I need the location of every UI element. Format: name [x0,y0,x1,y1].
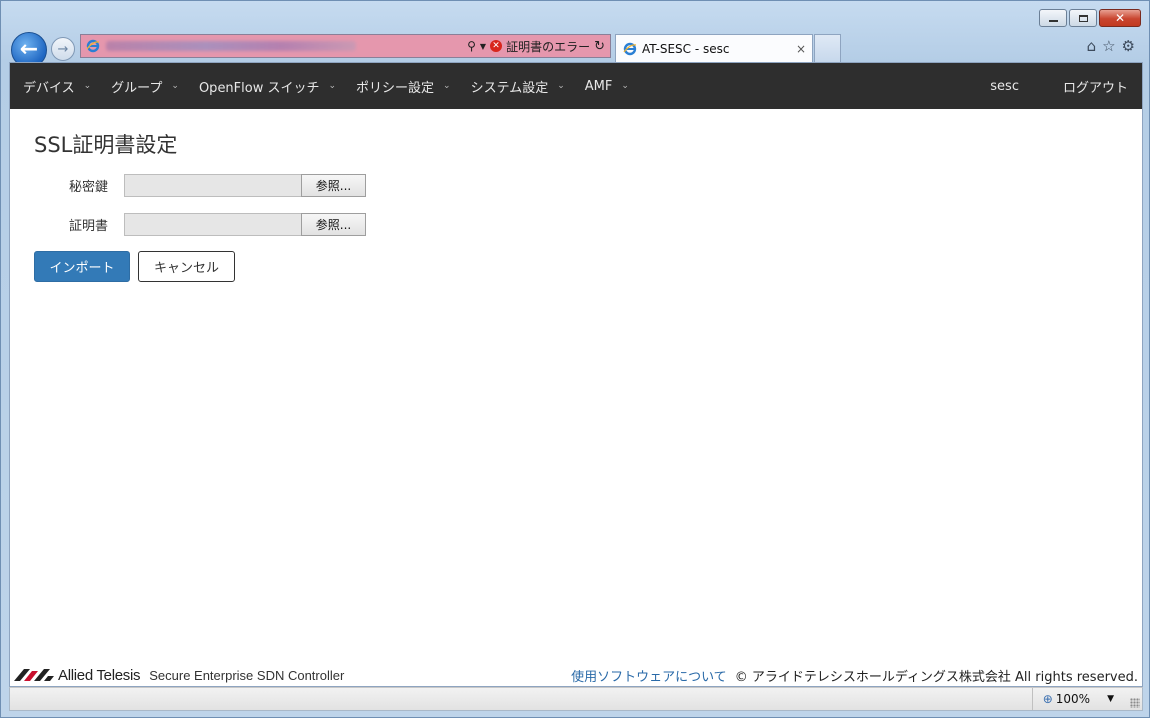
zoom-control[interactable]: ⊕ 100% ▼ [1033,692,1130,706]
status-bar: ⊕ 100% ▼ [9,687,1143,711]
chevron-down-icon: ⌄ [621,81,629,91]
chevron-down-icon[interactable]: ▼ [480,42,486,51]
new-tab-button[interactable] [814,34,841,62]
private-key-row: 秘密鍵 参照... [34,173,1118,197]
ie-icon [623,42,637,55]
top-navbar: デバイス ⌄ グループ ⌄ OpenFlow スイッチ ⌄ ポリシー設定 ⌄ システム設… [10,63,1142,109]
certificate-browse-button[interactable]: 参照... [301,212,366,236]
nav-devices[interactable]: デバイス ⌄ [10,63,101,109]
star-icon[interactable]: ☆ [1102,37,1115,55]
copyright: © アライドテレシスホールディングス株式会社 All rights reserv… [734,669,1138,685]
zoom-level: 100% [1055,692,1091,706]
address-bar[interactable]: ⚲ ▼ ✕ 証明書のエラー ↻ [80,34,611,58]
private-key-browse-button[interactable]: 参照... [301,173,366,197]
chevron-down-icon: ⌄ [557,81,565,91]
maximize-icon [1078,14,1088,22]
allied-telesis-logo-icon [14,669,54,681]
chevron-down-icon[interactable]: ▼ [1107,694,1114,704]
action-buttons: インポート キャンセル [34,251,1118,282]
nav-label: OpenFlow スイッチ [198,80,320,96]
browser-tab[interactable]: AT-SESC - sesc × [615,34,813,62]
tab-title: AT-SESC - sesc [642,41,730,56]
software-info-link[interactable]: 使用ソフトウェアについて [571,666,727,685]
refresh-icon[interactable]: ↻ [594,39,605,54]
certificate-label: 証明書 [68,218,108,234]
allied-telesis-logo: Allied Telesis [14,666,141,684]
logout-link[interactable]: ログアウト [1043,63,1142,109]
certificate-row: 証明書 参照... [34,212,1118,236]
chevron-down-icon: ⌄ [83,81,92,91]
address-tools: ⚲ ▼ ✕ 証明書のエラー ↻ [467,38,605,55]
nav-label: AMF [584,78,613,94]
resize-grip[interactable] [1130,698,1140,708]
certificate-file-input[interactable] [124,212,301,236]
chevron-down-icon: ⌄ [328,81,337,91]
page-viewport: デバイス ⌄ グループ ⌄ OpenFlow スイッチ ⌄ ポリシー設定 ⌄ システム設… [9,62,1143,687]
brand-name: Allied Telesis [58,666,141,684]
search-icon[interactable]: ⚲ [467,39,476,53]
window-controls: ✕ [1039,9,1141,27]
arrow-left-icon: ← [19,37,39,62]
nav-system-settings[interactable]: システム設定 ⌄ [461,63,575,109]
private-key-label: 秘密鍵 [68,179,108,195]
chevron-down-icon: ⌄ [171,81,179,91]
url-text-blurred[interactable] [106,41,356,51]
browser-window: ✕ ← → ⚲ ▼ ✕ 証明書のエラー ↻ AT-SESC - sesc × ⌂… [0,0,1150,718]
main-content: SSL証明書設定 秘密鍵 参照... 証明書 参照... インポート キャンセル [10,109,1142,302]
nav-label: デバイス [23,80,75,96]
nav-policy-settings[interactable]: ポリシー設定 ⌄ [346,63,461,109]
nav-user[interactable]: sesc [966,63,1043,109]
close-icon: ✕ [1114,11,1126,25]
nav-amf[interactable]: AMF ⌄ [575,63,639,109]
nav-label: グループ [111,80,163,96]
nav-openflow-switch[interactable]: OpenFlow スイッチ ⌄ [189,63,346,109]
nav-groups[interactable]: グループ ⌄ [101,63,189,109]
private-key-file-input[interactable] [124,173,301,197]
nav-label: システム設定 [470,80,549,96]
nav-label: ポリシー設定 [356,80,435,96]
cert-error-icon[interactable]: ✕ [490,40,503,52]
ie-icon [86,39,100,53]
minimize-icon [1048,20,1058,22]
arrow-right-icon: → [57,41,69,57]
page-title: SSL証明書設定 [34,133,178,157]
browser-toolbar-icons: ⌂ ☆ ⚙ [1087,37,1135,55]
zoom-icon: ⊕ [1042,692,1053,706]
forward-button[interactable]: → [51,37,75,61]
product-name: Secure Enterprise SDN Controller [149,667,345,683]
maximize-button[interactable] [1069,9,1097,27]
gear-icon[interactable]: ⚙ [1122,37,1135,55]
cancel-button[interactable]: キャンセル [138,251,235,282]
tab-close-icon[interactable]: × [796,42,806,56]
certificate-error-label[interactable]: 証明書のエラー [506,38,590,55]
footer-right: 使用ソフトウェアについて © アライドテレシスホールディングス株式会社 All … [571,666,1138,685]
import-button[interactable]: インポート [34,251,130,282]
chevron-down-icon: ⌄ [443,81,451,91]
close-window-button[interactable]: ✕ [1099,9,1141,27]
home-icon[interactable]: ⌂ [1087,37,1097,55]
page-footer: Allied Telesis Secure Enterprise SDN Con… [10,664,1142,686]
minimize-button[interactable] [1039,9,1067,27]
